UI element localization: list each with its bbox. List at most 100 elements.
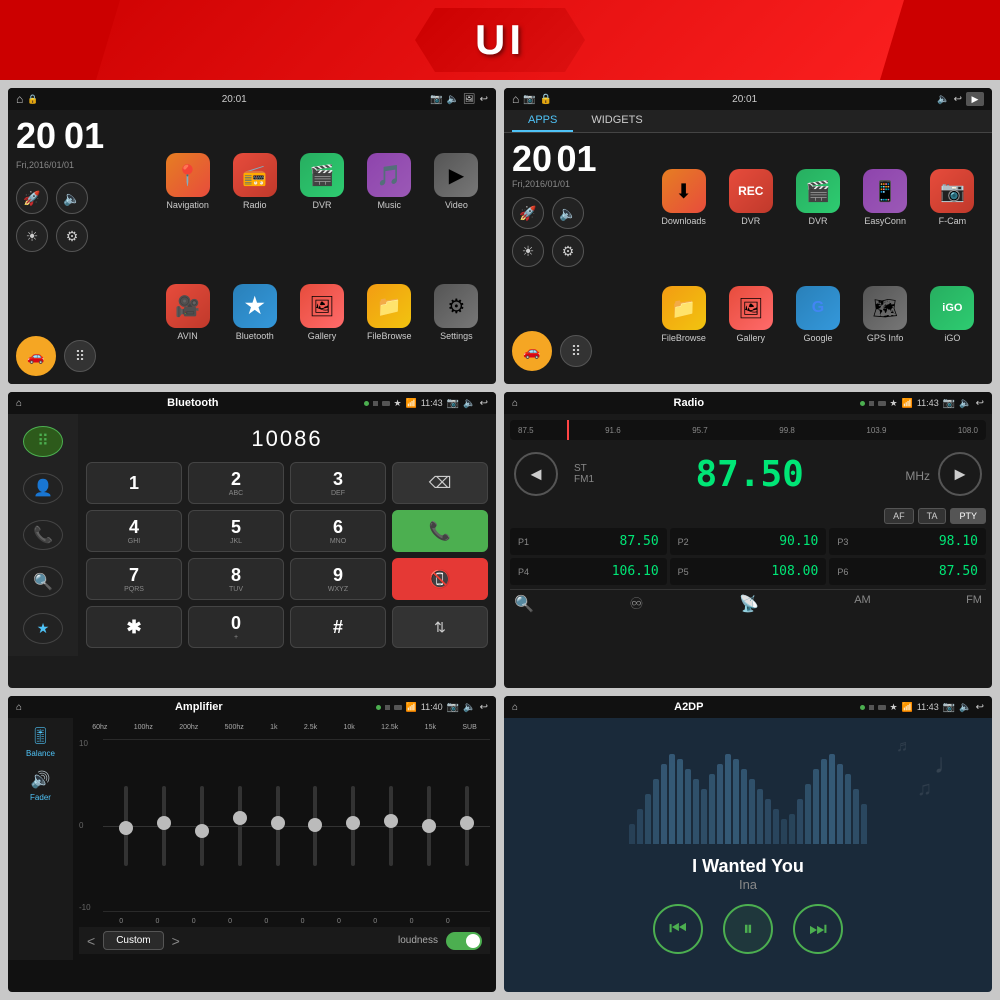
preset-p6[interactable]: P6 87.50 — [829, 558, 986, 585]
dial-2[interactable]: 2ABC — [188, 462, 284, 504]
radio-ant-btn[interactable]: 📡 — [739, 594, 759, 614]
app-dvr-2a[interactable]: REC DVR — [719, 141, 782, 254]
radio-bottom: 🔍 ♾ 📡 AM FM — [510, 589, 986, 618]
app-easyconn[interactable]: 📱 EasyConn — [854, 141, 917, 254]
app-gallery-2[interactable]: 🖼 Gallery — [719, 258, 782, 371]
radio-eq-btn[interactable]: ♾ — [629, 594, 643, 614]
dial-hash[interactable]: # — [290, 606, 386, 648]
app-igo[interactable]: iGO iGO — [921, 258, 984, 371]
app-gpsinfo[interactable]: 🗺 GPS Info — [854, 258, 917, 371]
app-google[interactable]: G Google — [786, 258, 849, 371]
app-downloads[interactable]: ⬇ Downloads — [652, 141, 715, 254]
eq-slider-5[interactable] — [313, 739, 317, 912]
calls-btn[interactable]: 📞 — [23, 520, 63, 551]
settings-small-btn[interactable]: ⚙ — [56, 220, 88, 252]
app-filebrowse-2[interactable]: 📁 FileBrowse — [652, 258, 715, 371]
search-bt-btn[interactable]: 🔍 — [23, 566, 63, 597]
preset-prev-btn[interactable]: < — [87, 933, 95, 949]
settings-small-btn-2[interactable]: ⚙ — [552, 235, 584, 267]
radio-fm-btn[interactable]: FM — [966, 594, 982, 614]
app-fcam[interactable]: 📷 F-Cam — [921, 141, 984, 254]
status-bar-6: ⌂ A2DP ★ 📶 11:43 📷 🔈 ↩ — [504, 696, 992, 718]
preset-custom-btn[interactable]: Custom — [103, 931, 163, 950]
music-prev-btn[interactable]: ⏮ — [653, 904, 703, 954]
eq-slider-1[interactable] — [162, 739, 166, 912]
dial-1[interactable]: 1 — [86, 462, 182, 504]
eq-slider-0[interactable] — [124, 739, 128, 912]
home-icon-4[interactable]: ⌂ — [512, 398, 518, 409]
dial-hangup-btn[interactable]: 📵 — [392, 558, 488, 600]
dial-3[interactable]: 3DEF — [290, 462, 386, 504]
vol-btn[interactable]: 🔈 — [56, 182, 88, 214]
dial-star[interactable]: ✱ — [86, 606, 182, 648]
preset-p2[interactable]: P2 90.10 — [670, 528, 827, 555]
dial-0[interactable]: 0+ — [188, 606, 284, 648]
dial-9[interactable]: 9WXYZ — [290, 558, 386, 600]
home-icon-6[interactable]: ⌂ — [512, 702, 518, 713]
bright-btn[interactable]: ☀ — [16, 220, 48, 252]
ta-btn[interactable]: TA — [918, 508, 947, 524]
dial-5[interactable]: 5JKL — [188, 510, 284, 552]
vol-btn-2[interactable]: 🔈 — [552, 197, 584, 229]
grid-btn-2[interactable]: ⠿ — [560, 335, 592, 367]
app-dvr-2b[interactable]: 🎬 DVR — [786, 141, 849, 254]
app-video[interactable]: ▶ Video — [425, 118, 488, 245]
bright-btn-2[interactable]: ☀ — [512, 235, 544, 267]
radio-am-btn[interactable]: AM — [854, 594, 871, 614]
grid-btn[interactable]: ⠿ — [64, 340, 96, 372]
app-dvr[interactable]: 🎬 DVR — [290, 118, 353, 245]
home-icon-3[interactable]: ⌂ — [16, 398, 22, 409]
eq-slider-2[interactable] — [200, 739, 204, 912]
dial-backspace[interactable]: ⌫ — [392, 462, 488, 504]
music-playpause-btn[interactable]: ⏸ — [723, 904, 773, 954]
preset-p5[interactable]: P5 108.00 — [670, 558, 827, 585]
radio-search-btn[interactable]: 🔍 — [514, 594, 534, 614]
app-gallery[interactable]: 🖼 Gallery — [290, 249, 353, 376]
dial-4[interactable]: 4GHI — [86, 510, 182, 552]
app-bluetooth[interactable]: ★ Bluetooth — [223, 249, 286, 376]
dial-call-btn[interactable]: 📞 — [392, 510, 488, 552]
rocket-btn[interactable]: 🚀 — [16, 182, 48, 214]
radio-prev-btn[interactable]: ◄ — [514, 452, 558, 496]
eq-slider-9[interactable] — [465, 739, 469, 912]
app-music[interactable]: 🎵 Music — [358, 118, 421, 245]
preset-p1[interactable]: P1 87.50 — [510, 528, 667, 555]
radio-next-btn[interactable]: ► — [938, 452, 982, 496]
music-next-btn[interactable]: ⏭ — [793, 904, 843, 954]
dial-6[interactable]: 6MNO — [290, 510, 386, 552]
tab-widgets[interactable]: WIDGETS — [575, 110, 658, 132]
dvr-label: DVR — [312, 200, 331, 210]
app-settings[interactable]: ⚙ Settings — [425, 249, 488, 376]
eq-slider-8[interactable] — [427, 739, 431, 912]
balance-item[interactable]: 🎚 Balance — [16, 726, 65, 758]
contact-btn[interactable]: 👤 — [23, 473, 63, 504]
af-btn[interactable]: AF — [884, 508, 914, 524]
eq-slider-6[interactable] — [351, 739, 355, 912]
app-filebrowse[interactable]: 📁 FileBrowse — [358, 249, 421, 376]
car-btn[interactable]: 🚗 — [16, 336, 56, 376]
dial-8[interactable]: 8TUV — [188, 558, 284, 600]
rocket-btn-2[interactable]: 🚀 — [512, 197, 544, 229]
app-navigation[interactable]: 📍 Navigation — [156, 118, 219, 245]
eq-slider-3[interactable] — [238, 739, 242, 912]
home-icon-5[interactable]: ⌂ — [16, 702, 22, 713]
dialpad-btn[interactable]: ⠿ — [23, 426, 63, 457]
store-btn[interactable]: ▶ — [966, 92, 984, 106]
preset-next-btn[interactable]: > — [172, 933, 180, 949]
preset-p3[interactable]: P3 98.10 — [829, 528, 986, 555]
preset-p4[interactable]: P4 106.10 — [510, 558, 667, 585]
tab-apps[interactable]: APPS — [512, 110, 573, 132]
app-avin[interactable]: 🎥 AVIN — [156, 249, 219, 376]
bt-settings-btn[interactable]: ★ — [23, 613, 63, 644]
fader-item[interactable]: 🔊 Fader — [16, 770, 65, 802]
dial-swap[interactable]: ⇅ — [392, 606, 488, 648]
eq-slider-7[interactable] — [389, 739, 393, 912]
home-icon-1[interactable]: ⌂ — [16, 92, 23, 106]
car-btn-2[interactable]: 🚗 — [512, 331, 552, 371]
dial-7[interactable]: 7PQRS — [86, 558, 182, 600]
pty-btn[interactable]: PTY — [950, 508, 986, 524]
eq-slider-4[interactable] — [276, 739, 280, 912]
home-icon-2[interactable]: ⌂ — [512, 92, 519, 106]
app-radio[interactable]: 📻 Radio — [223, 118, 286, 245]
loudness-toggle[interactable] — [446, 932, 482, 950]
